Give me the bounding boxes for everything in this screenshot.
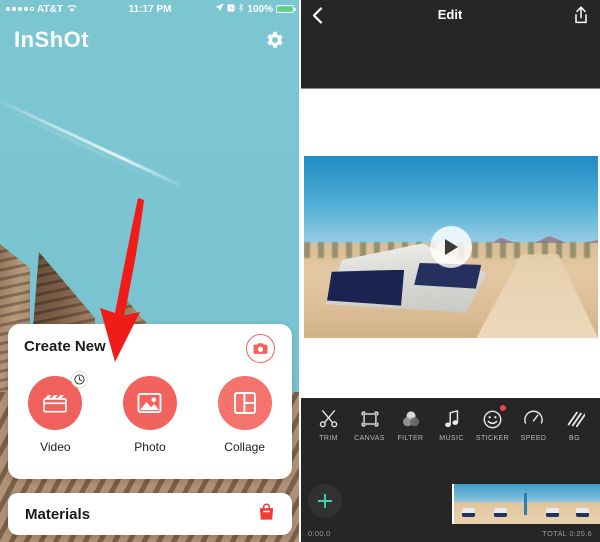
materials-card[interactable]: Materials: [8, 493, 292, 535]
create-tile-video[interactable]: Video: [28, 371, 89, 454]
sticker-new-badge: [500, 405, 506, 411]
tool-filter[interactable]: FILTER: [390, 406, 431, 442]
create-tiles: Video Photo Collage: [8, 371, 292, 454]
gear-icon[interactable]: [264, 29, 286, 51]
tool-filter-label: FILTER: [397, 435, 424, 442]
tool-canvas[interactable]: CANVAS: [349, 406, 390, 442]
create-tile-photo[interactable]: Photo: [122, 376, 177, 454]
total-time-label: TOTAL 0:20.6: [542, 528, 592, 538]
edit-header-fill: [300, 29, 600, 89]
current-time-label: 0:00.0: [308, 528, 331, 538]
app-header: InShOt: [0, 18, 300, 62]
tool-sticker-label: STICKER: [475, 435, 510, 442]
editor-toolbar-area: TRIM CANVAS FILTER MUSIC STICKER SPEED B…: [300, 398, 600, 542]
left-phone-screen: AT&T 11:17 PM 100% InShOt Create New Vid…: [0, 0, 300, 542]
plus-icon[interactable]: [308, 484, 342, 518]
dual-screenshot-container: AT&T 11:17 PM 100% InShOt Create New Vid…: [0, 0, 600, 542]
tool-music[interactable]: MUSIC: [431, 406, 472, 442]
photo-tile-circle[interactable]: [122, 376, 177, 430]
tool-speed-label: SPEED: [520, 435, 547, 442]
right-phone-screen: Edit TRIM CANVAS FILTER MUSIC STICKER SP…: [300, 0, 600, 542]
timeline-filmstrip[interactable]: [452, 484, 600, 524]
photo-tile-label: Photo: [134, 440, 166, 454]
edit-page-title: Edit: [437, 7, 463, 22]
color-circles-icon: [401, 406, 421, 432]
create-new-card: Create New Video Photo Collage: [8, 324, 292, 479]
tool-bg-label: BG: [569, 435, 580, 442]
video-tile-circle[interactable]: [28, 371, 89, 430]
materials-label: Materials: [25, 505, 91, 523]
diagonal-stripes-icon: [565, 406, 585, 432]
play-icon[interactable]: [430, 226, 472, 268]
tool-bg[interactable]: BG: [554, 406, 595, 442]
status-bar: AT&T 11:17 PM 100%: [0, 0, 300, 18]
tool-speed[interactable]: SPEED: [513, 406, 554, 442]
chevron-left-icon[interactable]: [312, 7, 323, 29]
image-icon: [138, 393, 162, 413]
tool-canvas-label: CANVAS: [354, 435, 385, 442]
camera-icon[interactable]: [246, 334, 275, 363]
collage-tile-circle[interactable]: [217, 376, 272, 430]
share-upload-icon[interactable]: [574, 6, 588, 29]
tool-trim-label: TRIM: [319, 435, 338, 442]
tool-trim[interactable]: TRIM: [308, 406, 349, 442]
screen-divider: [299, 0, 301, 542]
editor-tools: TRIM CANVAS FILTER MUSIC STICKER SPEED B…: [300, 405, 600, 454]
tool-sticker[interactable]: STICKER: [472, 405, 513, 442]
tool-music-label: MUSIC: [439, 435, 464, 442]
collage-grid-icon: [233, 392, 256, 414]
clock-icon: [71, 371, 89, 388]
preview-spacer-top: [300, 90, 600, 156]
create-new-title: Create New: [24, 338, 106, 355]
crop-frame-icon: [360, 406, 380, 432]
edit-header: Edit: [300, 0, 600, 29]
status-bar-clock: 11:17 PM: [128, 3, 172, 15]
contrail-streak: [0, 95, 181, 187]
clapperboard-icon: [43, 395, 68, 413]
battery-full-icon: [276, 5, 296, 13]
shopping-bag-icon: [258, 503, 275, 526]
scissors-icon: [319, 406, 339, 432]
video-preview[interactable]: [304, 156, 598, 338]
speedometer-icon: [523, 406, 544, 432]
app-brand-title: InShOt: [14, 27, 90, 52]
timeline-timecodes: 0:00.0 TOTAL 0:20.6: [300, 526, 600, 540]
music-note-icon: [443, 406, 461, 432]
collage-tile-label: Collage: [224, 440, 265, 454]
contrail-streak-secondary: [4, 108, 151, 178]
preview-spacer-bottom: [300, 338, 600, 398]
video-tile-label: Video: [40, 440, 71, 454]
create-tile-collage[interactable]: Collage: [217, 376, 272, 454]
